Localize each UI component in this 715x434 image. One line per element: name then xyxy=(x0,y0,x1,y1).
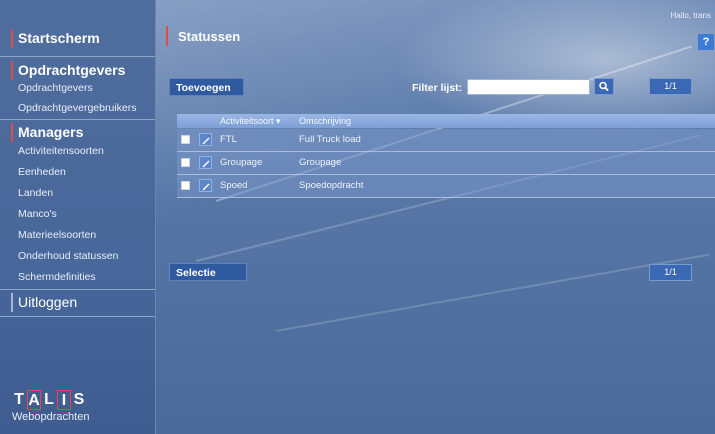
filter-label: Filter lijst: xyxy=(412,82,463,94)
logo-letter: I xyxy=(57,390,71,410)
sidebar-item-landen[interactable]: Landen xyxy=(18,187,53,199)
filter-input[interactable] xyxy=(467,79,590,95)
section-heading: Managers xyxy=(18,124,84,140)
divider xyxy=(0,119,155,120)
sidebar-item-label: Uitloggen xyxy=(18,294,78,310)
row-checkbox[interactable] xyxy=(181,158,190,167)
logo-letter: S xyxy=(73,391,85,408)
cell-activiteitsoort: FTL xyxy=(220,134,237,145)
logo-letter: L xyxy=(44,391,54,408)
help-button[interactable]: ? xyxy=(698,34,714,50)
accent-bar xyxy=(11,293,13,312)
divider xyxy=(0,56,155,57)
table-row[interactable]: Spoed Spoedopdracht xyxy=(177,175,715,198)
divider xyxy=(0,289,155,290)
pager-bottom[interactable]: 1/1 xyxy=(649,264,692,281)
add-button[interactable]: Toevoegen xyxy=(169,78,244,96)
sidebar-item-materieelsoorten[interactable]: Materieelsoorten xyxy=(18,229,96,241)
logo-letter: A xyxy=(27,390,41,410)
selection-button[interactable]: Selectie xyxy=(169,263,247,281)
table-row[interactable]: FTL Full Truck load xyxy=(177,129,715,152)
sidebar-item-activiteitensoorten[interactable]: Activiteitensoorten xyxy=(18,145,104,157)
section-heading: Opdrachtgevers xyxy=(18,62,126,78)
table-header: Activiteitsoort ▾ Omschrijving xyxy=(177,114,715,128)
accent-bar xyxy=(11,61,13,80)
sidebar-item-opdrachtgevers[interactable]: Opdrachtgevers xyxy=(18,82,93,94)
edit-button[interactable] xyxy=(199,179,212,192)
sidebar-item-mancos[interactable]: Manco's xyxy=(18,208,57,220)
column-header-omschrijving[interactable]: Omschrijving xyxy=(299,114,351,128)
logo-subtitle: Webopdrachten xyxy=(12,411,90,423)
page-title: Statussen xyxy=(178,29,241,44)
sidebar-item-label: Startscherm xyxy=(18,30,100,46)
sidebar-item-eenheden[interactable]: Eenheden xyxy=(18,166,66,178)
edit-button[interactable] xyxy=(199,133,212,146)
row-checkbox[interactable] xyxy=(181,135,190,144)
sidebar-item-uitloggen[interactable]: Uitloggen xyxy=(8,292,155,314)
cell-activiteitsoort: Spoed xyxy=(220,180,248,191)
accent-bar xyxy=(11,123,13,142)
logo-letter: T xyxy=(14,391,24,408)
pencil-icon xyxy=(202,183,210,191)
talis-logo: T A L I S xyxy=(12,390,86,410)
accent-bar xyxy=(166,26,168,46)
pencil-icon xyxy=(202,160,210,168)
sidebar-item-opdrachtgevergebruikers[interactable]: Opdrachtgevergebruikers xyxy=(18,102,136,114)
sidebar-item-schermdefinities[interactable]: Schermdefinities xyxy=(18,271,96,283)
search-icon xyxy=(599,81,609,92)
row-checkbox[interactable] xyxy=(181,181,190,190)
pencil-icon xyxy=(202,137,210,145)
pager-top[interactable]: 1/1 xyxy=(649,78,692,95)
sidebar-section-managers: Managers xyxy=(8,122,155,144)
sidebar-item-startscherm[interactable]: Startscherm xyxy=(8,28,155,50)
cell-omschrijving: Full Truck load xyxy=(299,134,361,145)
sidebar: Startscherm Opdrachtgevers Opdrachtgever… xyxy=(0,0,156,434)
cell-omschrijving: Spoedopdracht xyxy=(299,180,364,191)
edit-button[interactable] xyxy=(199,156,212,169)
cell-omschrijving: Groupage xyxy=(299,157,342,168)
sidebar-item-onderhoud-statussen[interactable]: Onderhoud statussen xyxy=(18,250,118,262)
sidebar-section-opdrachtgevers: Opdrachtgevers xyxy=(8,60,155,82)
accent-bar xyxy=(11,29,13,48)
search-button[interactable] xyxy=(594,78,614,95)
main-panel xyxy=(156,0,715,434)
cell-activiteitsoort: Groupage xyxy=(220,157,263,168)
column-header-activiteitsoort[interactable]: Activiteitsoort ▾ xyxy=(220,114,281,128)
divider xyxy=(0,316,155,317)
background-light-beam xyxy=(275,253,710,332)
user-greeting: Hallo, trans xyxy=(670,11,711,20)
table-row[interactable]: Groupage Groupage xyxy=(177,152,715,175)
